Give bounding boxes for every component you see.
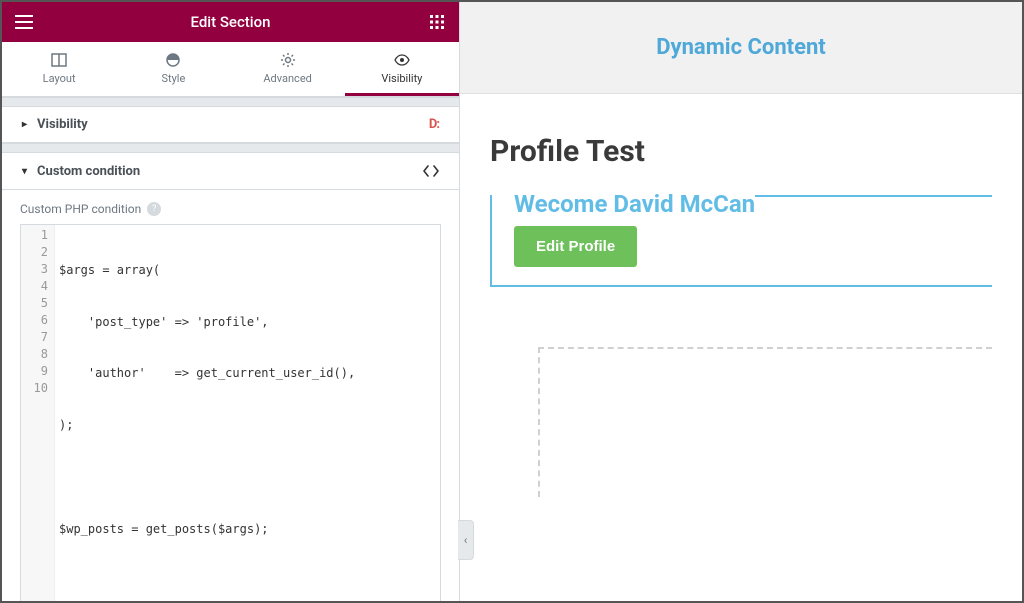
menu-icon[interactable] — [12, 10, 36, 34]
tab-advanced[interactable]: Advanced — [231, 42, 345, 96]
tab-label: Advanced — [263, 72, 311, 85]
tab-label: Layout — [43, 72, 76, 85]
php-code-editor[interactable]: 12345678910 $args = array( 'post_type' =… — [20, 224, 441, 601]
tab-label: Style — [161, 72, 185, 85]
help-icon[interactable]: ? — [147, 202, 161, 216]
tab-visibility[interactable]: Visibility — [345, 42, 459, 96]
preview-pane: Dynamic Content Profile Test Wecome Davi… — [460, 2, 1022, 601]
panel-collapse-button[interactable]: ‹ — [458, 520, 474, 560]
caret-down-icon: ▾ — [22, 166, 27, 177]
preview-body: Profile Test Wecome David McCan Edit Pro… — [460, 94, 1022, 517]
tab-label: Visibility — [381, 72, 422, 85]
gear-icon — [280, 52, 296, 68]
welcome-heading: Wecome David McCan — [492, 186, 755, 230]
panel-scroll[interactable]: ▸ Visibility D: ▾ Custom condition Custo… — [2, 97, 459, 601]
panel-header: Edit Section — [2, 2, 459, 42]
section-title: Visibility — [37, 117, 88, 132]
code-gutter: 12345678910 — [21, 225, 55, 601]
editor-panel: Edit Section Layout Style — [2, 2, 460, 601]
panel-tabs: Layout Style Advanced Visibility — [2, 42, 459, 97]
code-content[interactable]: $args = array( 'post_type' => 'profile',… — [55, 225, 440, 601]
welcome-section[interactable]: Wecome David McCan Edit Profile — [490, 195, 992, 287]
section-title: Custom condition — [37, 164, 140, 179]
field-label-row: Custom PHP condition ? — [20, 202, 441, 216]
eye-icon — [394, 52, 410, 68]
layout-icon — [51, 52, 67, 68]
section-body-custom: Custom PHP condition ? 12345678910 $args… — [2, 190, 459, 601]
tab-style[interactable]: Style — [116, 42, 230, 96]
preview-header: Dynamic Content — [460, 2, 1022, 94]
app-root: Edit Section Layout Style — [0, 0, 1024, 603]
style-icon — [165, 52, 181, 68]
empty-section-placeholder[interactable] — [538, 347, 992, 497]
divider — [2, 97, 459, 107]
page-title: Profile Test — [490, 134, 992, 169]
divider — [2, 143, 459, 153]
code-icon — [423, 163, 439, 179]
section-custom-condition[interactable]: ▾ Custom condition — [2, 153, 459, 190]
brand-title: Dynamic Content — [656, 35, 826, 60]
field-label: Custom PHP condition — [20, 202, 141, 216]
dynamic-badge-icon: D: — [429, 117, 439, 132]
welcome-inner: Edit Profile — [492, 226, 992, 285]
edit-profile-button[interactable]: Edit Profile — [514, 226, 637, 267]
panel-title: Edit Section — [36, 13, 425, 31]
section-visibility[interactable]: ▸ Visibility D: — [2, 107, 459, 143]
tab-layout[interactable]: Layout — [2, 42, 116, 96]
widgets-grid-icon[interactable] — [425, 10, 449, 34]
caret-right-icon: ▸ — [22, 119, 27, 130]
